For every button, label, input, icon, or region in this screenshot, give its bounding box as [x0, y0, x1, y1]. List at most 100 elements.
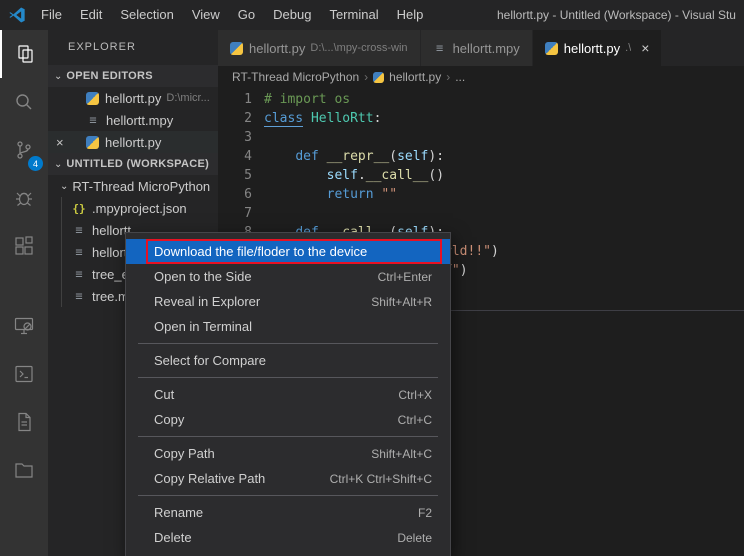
menu-help[interactable]: Help [388, 0, 433, 30]
open-editor-hellortt-py-1[interactable]: hellortt.py D:\micr... [48, 87, 218, 109]
menu-item-open-in-terminal[interactable]: Open in Terminal [126, 314, 450, 339]
tab-label: hellortt.mpy [453, 41, 520, 56]
tree-item-label: tree.m [92, 289, 129, 304]
breadcrumb: RT-Thread MicroPython › hellortt.py › ..… [218, 66, 744, 88]
menu-item-copy[interactable]: Copy Ctrl+C [126, 407, 450, 432]
menu-item-label: Copy Relative Path [154, 471, 265, 486]
activity-debug[interactable] [0, 174, 48, 222]
workspace-header[interactable]: ⌄ UNTITLED (WORKSPACE) [48, 153, 218, 175]
menu-item-cut[interactable]: Cut Ctrl+X [126, 382, 450, 407]
menu-selection[interactable]: Selection [111, 0, 182, 30]
menu-item-shortcut: Ctrl+K Ctrl+Shift+C [312, 472, 432, 486]
python-icon [86, 92, 99, 105]
code-line[interactable]: 7 [218, 204, 744, 223]
menu-item-open-to-side[interactable]: Open to the Side Ctrl+Enter [126, 264, 450, 289]
code-line[interactable]: 4 def __repr__(self): [218, 147, 744, 166]
activity-source-control[interactable]: 4 [0, 126, 48, 174]
menu-item-shortcut: Shift+Alt+C [353, 447, 432, 461]
menu-debug[interactable]: Debug [264, 0, 320, 30]
workspace-label: UNTITLED (WORKSPACE) [66, 158, 209, 170]
menu-item-copy-path[interactable]: Copy Path Shift+Alt+C [126, 441, 450, 466]
menu-item-label: Copy Path [154, 446, 215, 461]
open-editor-label: hellortt.py [105, 135, 161, 150]
menu-item-label: Select for Compare [154, 353, 266, 368]
activity-bar: 4 [0, 30, 48, 556]
menu-separator [138, 377, 438, 378]
code-line[interactable]: 1# import os [218, 90, 744, 109]
menu-separator [138, 495, 438, 496]
activity-explorer[interactable] [0, 30, 48, 78]
python-icon [230, 42, 243, 55]
tree-folder-rt-thread-micropython[interactable]: ⌄ RT-Thread MicroPython [48, 175, 218, 197]
menu-item-delete[interactable]: Delete Delete [126, 525, 450, 550]
open-editor-path: D:\micr... [166, 92, 209, 104]
activity-project-folder[interactable] [0, 446, 48, 494]
line-text: def __repr__(self): [264, 147, 444, 166]
menu-terminal[interactable]: Terminal [320, 0, 387, 30]
mpy-file-icon: ≡ [433, 41, 447, 55]
menu-item-label: Download the file/floder to the device [154, 244, 367, 259]
close-icon[interactable]: × [56, 135, 64, 150]
python-icon [545, 42, 558, 55]
mpy-file-icon: ≡ [72, 245, 86, 259]
open-editor-label: hellortt.mpy [106, 113, 173, 128]
breadcrumb-file[interactable]: hellortt.py [389, 70, 441, 84]
vscode-logo-icon [8, 6, 26, 24]
code-line[interactable]: 3 [218, 128, 744, 147]
breadcrumb-symbol[interactable]: ... [455, 70, 465, 84]
line-number: 6 [218, 185, 252, 204]
menu-view[interactable]: View [183, 0, 229, 30]
menu-item-label: Delete [154, 530, 192, 545]
sidebar-title: EXPLORER [48, 30, 218, 65]
menu-item-reveal-in-explorer[interactable]: Reveal in Explorer Shift+Alt+R [126, 289, 450, 314]
menu-separator [138, 343, 438, 344]
code-line[interactable]: 2class HelloRtt: [218, 109, 744, 128]
menu-item-select-for-compare[interactable]: Select for Compare [126, 348, 450, 373]
tree-item-label: hellort [92, 245, 127, 260]
menu-item-shortcut: Ctrl+C [380, 413, 432, 427]
tab-hellortt-py-external[interactable]: hellortt.py D:\...\mpy-cross-win [218, 30, 421, 66]
tab-label: hellortt.py [249, 41, 305, 56]
tab-hellortt-mpy[interactable]: ≡ hellortt.mpy [421, 30, 533, 66]
bug-icon [12, 186, 36, 210]
open-editor-hellortt-py-2[interactable]: × hellortt.py [48, 131, 218, 153]
activity-device-monitor[interactable] [0, 302, 48, 350]
python-icon [373, 72, 384, 83]
title-bar: File Edit Selection View Go Debug Termin… [0, 0, 744, 30]
open-editors-label: OPEN EDITORS [66, 70, 153, 82]
open-editor-label: hellortt.py [105, 91, 161, 106]
folder-icon [12, 458, 36, 482]
tree-item-mpyproject-json[interactable]: {} .mpyproject.json [62, 197, 218, 219]
menu-item-copy-relative-path[interactable]: Copy Relative Path Ctrl+K Ctrl+Shift+C [126, 466, 450, 491]
mpy-file-icon: ≡ [72, 289, 86, 303]
tree-item-label: .mpyproject.json [92, 201, 187, 216]
code-line[interactable]: 6 return "" [218, 185, 744, 204]
line-number: 7 [218, 204, 252, 223]
menu-item-label: Copy [154, 412, 184, 427]
activity-search[interactable] [0, 78, 48, 126]
open-editor-hellortt-mpy[interactable]: ≡ hellortt.mpy [48, 109, 218, 131]
menu-file[interactable]: File [32, 0, 71, 30]
breadcrumb-folder[interactable]: RT-Thread MicroPython [232, 70, 359, 84]
menu-item-download-to-device[interactable]: Download the file/floder to the device [126, 239, 450, 264]
code-line[interactable]: 5 self.__call__() [218, 166, 744, 185]
menu-item-label: Rename [154, 505, 203, 520]
menu-go[interactable]: Go [229, 0, 264, 30]
close-icon[interactable]: × [641, 40, 649, 56]
python-icon [86, 136, 99, 149]
menu-edit[interactable]: Edit [71, 0, 111, 30]
tree-item-label: tree_e [92, 267, 129, 282]
chevron-down-icon: ⌄ [54, 71, 62, 82]
activity-extensions[interactable] [0, 222, 48, 270]
menu-bar: File Edit Selection View Go Debug Termin… [32, 0, 432, 30]
activity-serial-terminal[interactable] [0, 350, 48, 398]
menu-item-rename[interactable]: Rename F2 [126, 500, 450, 525]
activity-output-file[interactable] [0, 398, 48, 446]
tab-hellortt-py-active[interactable]: hellortt.py .\ × [533, 30, 663, 66]
open-editors-header[interactable]: ⌄ OPEN EDITORS [48, 65, 218, 87]
chevron-right-icon: › [364, 70, 368, 84]
chevron-right-icon: › [446, 70, 450, 84]
line-text: self.__call__() [264, 166, 444, 185]
line-number: 3 [218, 128, 252, 147]
mpy-file-icon: ≡ [72, 267, 86, 281]
